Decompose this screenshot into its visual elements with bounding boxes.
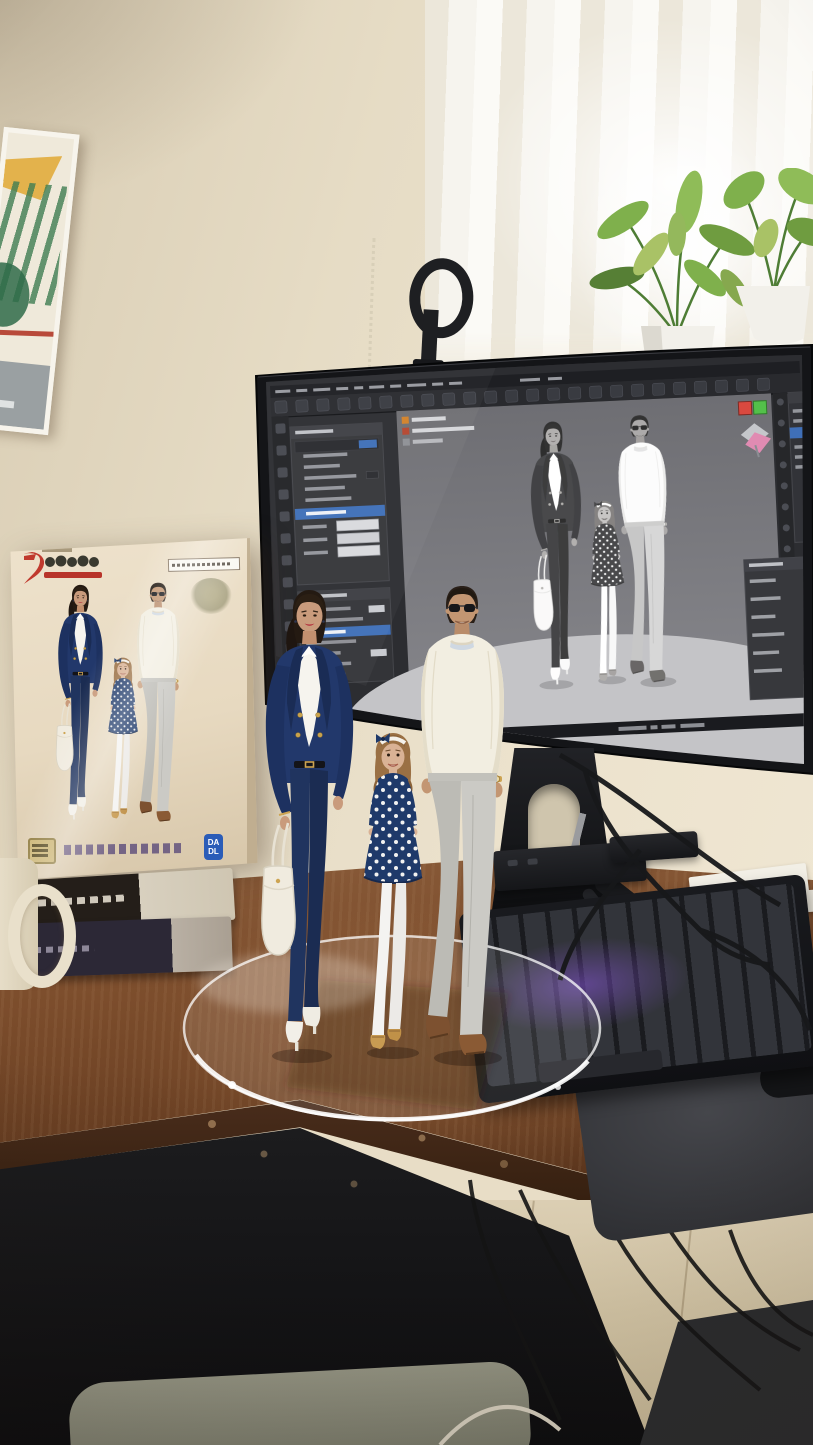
poster-art-gray-band: [0, 359, 54, 430]
mug-handle: [8, 884, 76, 988]
properties-panel: [744, 555, 813, 699]
box-sheen: [8, 538, 260, 880]
poster-art-red-line: [0, 329, 54, 336]
collector-box: DA DL: [8, 538, 260, 880]
desk-crumbs: [0, 0, 4, 4]
photo-scene: DA DL: [0, 0, 813, 1445]
collector-box-face: DA DL: [8, 538, 260, 880]
figurine-family: [230, 585, 560, 1075]
mug: [0, 858, 38, 990]
